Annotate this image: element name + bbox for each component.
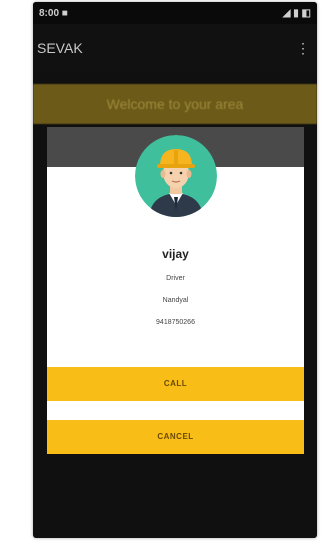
phone-screen: 8:00 ■ ◢ ▮ ◧ SEVAK ⋮ Welcome to your are… (33, 2, 317, 538)
contact-location: Nandyal (162, 297, 189, 304)
contact-phone: 9418750266 (156, 319, 195, 326)
app-bar: SEVAK ⋮ (33, 24, 317, 72)
status-bar: 8:00 ■ ◢ ▮ ◧ (33, 2, 317, 24)
contact-role: Driver (166, 275, 185, 282)
app-title: SEVAK (37, 40, 83, 56)
contact-name: vijay (162, 247, 189, 261)
overflow-menu-icon[interactable]: ⋮ (296, 40, 311, 57)
call-button[interactable]: CALL (47, 367, 304, 401)
status-icons: ◢ ▮ ◧ (282, 7, 311, 19)
contact-dialog: vijay Driver Nandyal 9418750266 CALL CAN… (47, 127, 304, 454)
worker-avatar-icon (135, 135, 217, 217)
contact-info: vijay Driver Nandyal 9418750266 (47, 247, 304, 341)
status-time: 8:00 ■ (39, 7, 68, 19)
welcome-banner: Welcome to your area (33, 84, 317, 124)
cancel-button[interactable]: CANCEL (47, 420, 304, 454)
